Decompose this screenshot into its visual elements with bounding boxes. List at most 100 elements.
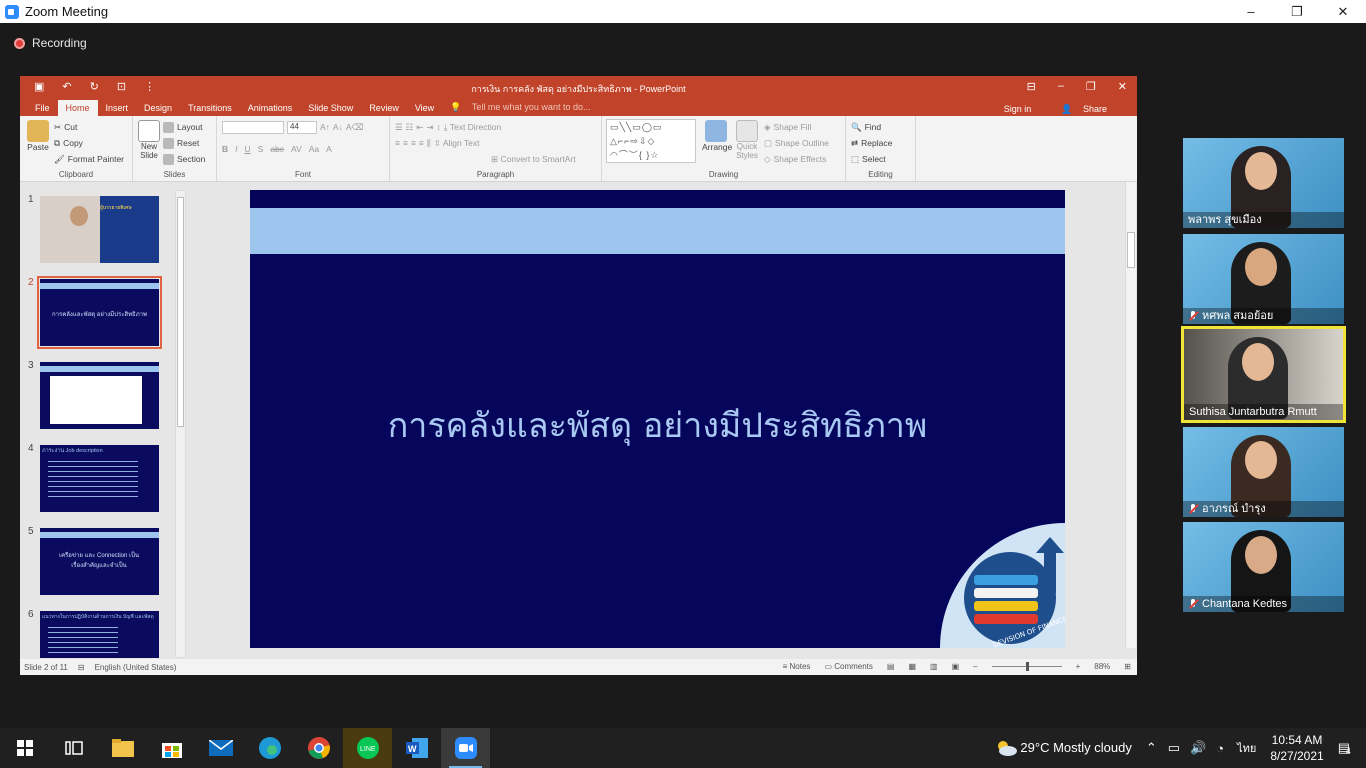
replace-button[interactable]: ⇄ Replace — [851, 135, 910, 151]
ppt-close-icon[interactable]: ✕ — [1118, 80, 1127, 93]
notification-center-button[interactable]: ▤ 4 — [1338, 740, 1351, 756]
clear-format-icon[interactable]: A⌫ — [346, 122, 364, 133]
scroll-thumb[interactable] — [177, 197, 184, 427]
participant-video-2[interactable]: หศพล สมอย้อย — [1183, 234, 1344, 324]
file-explorer-button[interactable] — [98, 728, 147, 768]
new-slide-button[interactable]: New Slide — [137, 120, 161, 160]
slideshow-view-icon[interactable]: ▣ — [952, 662, 960, 671]
input-language[interactable]: ไทย — [1237, 739, 1256, 757]
word-button[interactable]: W — [392, 728, 441, 768]
sign-in-link[interactable]: Sign in — [996, 101, 1040, 118]
justify-icon[interactable]: ≡ — [419, 138, 424, 148]
weather-widget[interactable]: 29°C Mostly cloudy — [995, 740, 1132, 757]
wifi-icon[interactable]: ◔ — [1216, 741, 1224, 756]
shape-outline-button[interactable]: ▢ Shape Outline — [764, 135, 829, 151]
font-size-box[interactable]: 44 — [287, 120, 317, 134]
thumbnail-scrollbar[interactable] — [175, 190, 186, 658]
sorter-view-icon[interactable]: ▦ — [908, 662, 916, 671]
store-button[interactable] — [147, 728, 196, 768]
participant-video-4[interactable]: อาภรณ์ บำรุง — [1183, 427, 1344, 517]
slide-thumb-5[interactable]: เครือข่าย และ Connection เป็นเรื่องสำคัญ… — [40, 528, 159, 595]
zoom-level[interactable]: 88% — [1094, 662, 1110, 671]
slide-thumb-2[interactable]: การคลังและพัสดุ อย่างมีประสิทธิภาพ — [37, 276, 162, 349]
columns-icon[interactable]: ⫼ — [427, 138, 431, 149]
spellcheck-icon[interactable]: ⊟ — [78, 663, 85, 672]
zoom-taskbar-button[interactable] — [441, 728, 490, 768]
recording-indicator[interactable]: Recording — [14, 36, 87, 50]
align-right-icon[interactable]: ≡ — [411, 138, 416, 148]
text-direction-button[interactable]: ⤓ Text Direction — [444, 122, 501, 133]
numbering-icon[interactable]: ☷ — [406, 122, 414, 133]
align-left-icon[interactable]: ≡ — [395, 138, 400, 148]
tab-review[interactable]: Review — [361, 100, 407, 116]
indent-icon[interactable]: ⇤ — [416, 122, 423, 133]
ribbon-display-icon[interactable]: ⊟ — [1027, 80, 1036, 93]
reset-button[interactable]: Reset — [163, 135, 205, 151]
spacing-icon[interactable]: AV — [291, 144, 302, 154]
tab-file[interactable]: File — [27, 100, 58, 116]
edge-button[interactable] — [245, 728, 294, 768]
zoom-slider[interactable] — [991, 662, 1062, 671]
participant-video-1[interactable]: พลาพร สุขเมือง — [1183, 138, 1344, 228]
tab-view[interactable]: View — [407, 100, 442, 116]
shapes-gallery[interactable]: ▭╲╲▭◯▭ △⌐⌐⇨⇩◇ ◠⌒︶{ }☆ — [606, 119, 696, 163]
copy-button[interactable]: ⧉ Copy — [54, 135, 124, 151]
ppt-restore-icon[interactable]: ❐ — [1086, 80, 1096, 93]
start-button[interactable] — [0, 728, 49, 768]
shadow-icon[interactable]: S — [258, 144, 264, 154]
grow-font-icon[interactable]: A↑ — [320, 122, 330, 132]
shape-fill-button[interactable]: ◈ Shape Fill — [764, 119, 829, 135]
slide-scrollbar[interactable] — [1125, 182, 1136, 648]
slide-thumb-6[interactable]: แนวทางในการปฏิบัติงานด้านการเงิน บัญชี แ… — [40, 611, 159, 658]
tab-insert[interactable]: Insert — [98, 100, 137, 116]
minimize-button[interactable]: – — [1228, 0, 1274, 23]
tab-design[interactable]: Design — [136, 100, 180, 116]
tab-home[interactable]: Home — [57, 100, 98, 116]
arrange-button[interactable]: Arrange — [702, 120, 732, 152]
bold-icon[interactable]: B — [222, 144, 228, 154]
fit-slide-icon[interactable]: ⊞ — [1124, 662, 1131, 671]
tab-transitions[interactable]: Transitions — [180, 100, 240, 116]
tell-me-search[interactable]: 💡 Tell me what you want to do... — [442, 99, 606, 116]
format-painter-button[interactable]: 🖌 Format Painter — [54, 151, 124, 167]
font-name-box[interactable] — [222, 120, 284, 134]
language-label[interactable]: English (United States) — [95, 663, 177, 672]
slide-thumb-4[interactable]: ภาระงาน Job description — [40, 445, 159, 512]
volume-icon[interactable]: 🔊 — [1190, 740, 1206, 756]
shape-effects-button[interactable]: ◇ Shape Effects — [764, 151, 829, 167]
participant-video-5[interactable]: Chantana Kedtes — [1183, 522, 1344, 612]
zoom-out-icon[interactable]: – — [973, 662, 977, 671]
smartart-button[interactable]: ⊞ Convert to SmartArt — [491, 154, 576, 165]
cut-button[interactable]: ✂ Cut — [54, 119, 124, 135]
outdent-icon[interactable]: ⇥ — [426, 122, 433, 133]
zoom-in-icon[interactable]: + — [1076, 662, 1081, 671]
quick-styles-button[interactable]: Quick Styles — [734, 120, 760, 160]
slide-scroll-thumb[interactable] — [1127, 232, 1135, 268]
underline-icon[interactable]: U — [245, 144, 251, 154]
notes-button[interactable]: ≡ Notes — [783, 662, 811, 671]
bullets-icon[interactable]: ☰ — [395, 122, 403, 133]
chevron-up-icon[interactable]: ⌃ — [1146, 740, 1157, 756]
shrink-font-icon[interactable]: A↓ — [333, 122, 343, 132]
select-button[interactable]: ⬚ Select — [851, 151, 910, 167]
ppt-minimize-icon[interactable]: – — [1058, 80, 1064, 93]
strike-icon[interactable]: abc — [270, 144, 284, 154]
clock[interactable]: 10:54 AM 8/27/2021 — [1270, 732, 1323, 764]
comments-button[interactable]: ▭ Comments — [824, 662, 872, 671]
layout-button[interactable]: Layout — [163, 119, 205, 135]
tab-slide-show[interactable]: Slide Show — [300, 100, 361, 116]
restore-button[interactable]: ❐ — [1274, 0, 1320, 23]
slide-thumb-3[interactable] — [40, 362, 159, 429]
reading-view-icon[interactable]: ▥ — [930, 662, 938, 671]
section-button[interactable]: Section — [163, 151, 205, 167]
task-view-button[interactable] — [49, 728, 98, 768]
chrome-button[interactable] — [294, 728, 343, 768]
share-button[interactable]: 👤 Share — [1053, 101, 1123, 118]
battery-icon[interactable]: ▭ — [1168, 740, 1180, 756]
slide-thumb-1[interactable]: ผู้บรรยายพิเศษ — [40, 196, 159, 263]
mail-button[interactable] — [196, 728, 245, 768]
align-center-icon[interactable]: ≡ — [403, 138, 408, 148]
line-spacing-icon[interactable]: ↕ — [437, 122, 441, 132]
italic-icon[interactable]: I — [235, 144, 237, 154]
zoom-slider-handle[interactable] — [1025, 662, 1029, 671]
